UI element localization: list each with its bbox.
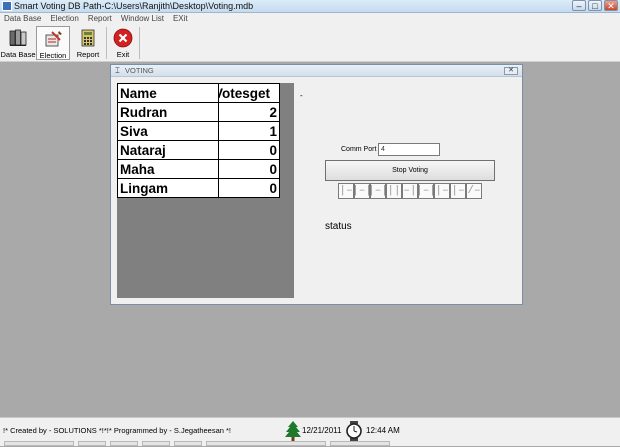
status-label: status [325, 221, 352, 232]
toolbar: Data Base Election Report Exit [0, 25, 620, 62]
menu-database[interactable]: Data Base [4, 13, 41, 25]
table-row[interactable]: Maha 0 [117, 159, 280, 179]
table-row[interactable]: Siva 1 [117, 121, 280, 141]
table-row[interactable]: Rudran 2 [117, 102, 280, 122]
candidate-name: Maha [117, 159, 219, 179]
status-panel [110, 441, 138, 446]
status-panel [142, 441, 170, 446]
exit-label: Exit [116, 50, 130, 59]
election-button[interactable]: Election [36, 26, 70, 60]
menu-window-list[interactable]: Window List [121, 13, 164, 25]
date-display: 12/21/2011 [302, 426, 342, 435]
books-icon [8, 28, 28, 48]
toolbar-separator [139, 27, 140, 59]
voting-window-title: VOTING [125, 66, 154, 75]
report-label: Report [76, 50, 100, 59]
candidate-name: Lingam [117, 178, 219, 198]
placeholder-dash: - [300, 91, 303, 100]
segment-digit: |–| [416, 183, 436, 199]
calculator-icon [78, 28, 98, 48]
maximize-button[interactable]: □ [588, 0, 602, 11]
candidate-votes: 1 [218, 121, 280, 141]
close-button[interactable]: ✕ [604, 0, 618, 11]
voting-window-titlebar: ⌶ VOTING ✕ [111, 65, 522, 77]
segment-display: |– |–| |–| || –| |–| |– |– /– [338, 183, 482, 199]
status-panel [206, 441, 326, 446]
segment-digit: |– [434, 183, 450, 199]
window-controls: – □ ✕ [572, 0, 618, 11]
voting-window: ⌶ VOTING ✕ Name Votesget Rudran 2 Siva 1… [110, 64, 523, 305]
exit-icon [113, 28, 133, 48]
status-panel [4, 441, 74, 446]
table-header-row: Name Votesget [117, 83, 280, 103]
column-header-votesget: Votesget [218, 83, 280, 103]
segment-digit: |– [450, 183, 466, 199]
table-row[interactable]: Lingam 0 [117, 178, 280, 198]
candidate-votes: 0 [218, 159, 280, 179]
candidate-name: Siva [117, 121, 219, 141]
window-icon: ⌶ [115, 66, 120, 75]
status-panels [0, 441, 620, 447]
candidate-votes: 0 [218, 140, 280, 160]
segment-digit: |–| [368, 183, 388, 199]
status-panel [330, 441, 390, 446]
candidate-name: Nataraj [117, 140, 219, 160]
status-bar: !* Created by - SOLUTIONS *!*!* Programm… [0, 417, 620, 446]
minimize-button[interactable]: – [572, 0, 586, 11]
segment-digit: /– [466, 183, 482, 199]
segment-digit: || [386, 183, 402, 199]
time-display: 12:44 AM [366, 426, 400, 435]
database-button[interactable]: Data Base [0, 26, 36, 60]
comm-port-input[interactable] [378, 143, 440, 156]
credit-text: !* Created by - SOLUTIONS *!*!* Programm… [3, 426, 232, 435]
votes-table: Name Votesget Rudran 2 Siva 1 Nataraj 0 … [117, 83, 280, 198]
report-button[interactable]: Report [71, 26, 105, 60]
election-label: Election [39, 51, 67, 60]
title-bar: Smart Voting DB Path-C:\Users\Ranjith\De… [0, 0, 620, 13]
ballot-icon [43, 29, 63, 49]
candidate-votes: 2 [218, 102, 280, 122]
toolbar-separator [106, 27, 107, 59]
app-icon [2, 1, 12, 11]
column-header-name: Name [117, 83, 219, 103]
comm-port-label: Comm Port [341, 146, 377, 153]
stop-voting-button[interactable]: Stop Voting [325, 160, 495, 181]
status-panel [174, 441, 202, 446]
table-row[interactable]: Nataraj 0 [117, 140, 280, 160]
database-label: Data Base [0, 50, 36, 59]
status-panel [78, 441, 106, 446]
votes-grid[interactable]: Name Votesget Rudran 2 Siva 1 Nataraj 0 … [117, 83, 294, 298]
menu-report[interactable]: Report [88, 13, 112, 25]
voting-window-close-button[interactable]: ✕ [504, 67, 518, 75]
menu-exit[interactable]: EXit [173, 13, 188, 25]
menu-election[interactable]: Election [50, 13, 78, 25]
menu-bar: Data Base Election Report Window List EX… [0, 13, 620, 25]
exit-button[interactable]: Exit [108, 26, 138, 60]
candidate-votes: 0 [218, 178, 280, 198]
window-title: Smart Voting DB Path-C:\Users\Ranjith\De… [14, 1, 254, 11]
candidate-name: Rudran [117, 102, 219, 122]
